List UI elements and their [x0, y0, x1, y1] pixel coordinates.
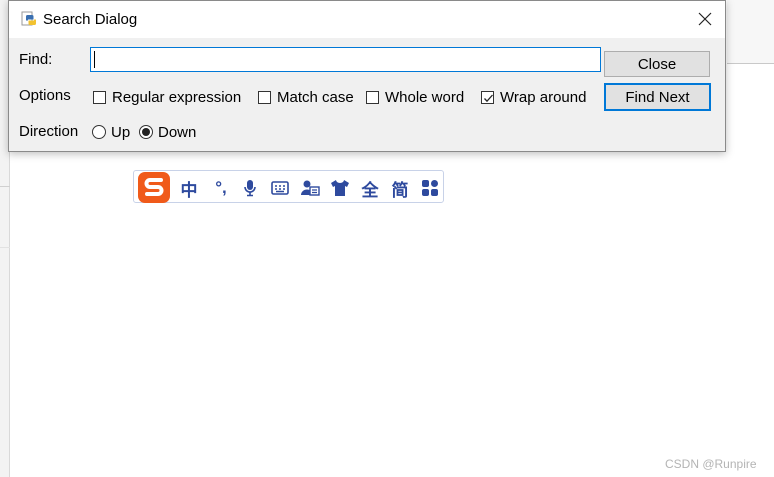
ime-simplified[interactable]: 简 [390, 178, 410, 200]
direction-label: Direction [19, 123, 79, 140]
text-caret [94, 51, 95, 68]
checkbox[interactable] [366, 90, 379, 104]
user-card-icon[interactable] [300, 178, 320, 198]
option-match-case[interactable]: Match case [258, 86, 354, 108]
sogou-logo-icon[interactable] [137, 171, 171, 204]
option-label: Whole word [385, 88, 465, 106]
direction-up[interactable]: Up [92, 122, 130, 142]
checkmark-icon [484, 94, 493, 102]
radio-button[interactable] [92, 125, 106, 139]
find-input[interactable] [90, 47, 601, 72]
ime-punctuation[interactable]: °, [210, 178, 232, 198]
python-icon [21, 11, 37, 27]
radio-label: Up [111, 123, 131, 141]
option-whole-word[interactable]: Whole word [366, 86, 464, 108]
checkbox[interactable] [93, 90, 106, 104]
find-next-button[interactable]: Find Next [604, 83, 711, 111]
background-divider [0, 247, 10, 248]
search-dialog: Search Dialog Find: Close Find Next Opti… [8, 0, 726, 152]
close-icon[interactable] [689, 4, 721, 34]
watermark: CSDN @Runpire [665, 457, 757, 471]
dialog-title: Search Dialog [43, 11, 138, 28]
radio-label: Down [158, 123, 197, 141]
option-label: Match case [277, 88, 354, 106]
find-label: Find: [19, 51, 53, 68]
option-wrap-around[interactable]: Wrap around [481, 86, 586, 108]
toolbox-grid-icon[interactable] [420, 178, 440, 198]
option-label: Regular expression [112, 88, 242, 106]
keyboard-icon[interactable] [270, 178, 290, 198]
checkbox-checked[interactable] [481, 90, 494, 104]
option-regular-expression[interactable]: Regular expression [93, 86, 241, 108]
ime-toolbar: 中 °, 全 简 [133, 170, 444, 203]
background-divider [0, 186, 10, 187]
options-label: Options [19, 87, 71, 104]
ime-full-width[interactable]: 全 [360, 178, 380, 200]
checkbox[interactable] [258, 90, 271, 104]
close-button[interactable]: Close [604, 51, 710, 77]
direction-down[interactable]: Down [139, 122, 196, 142]
radio-button-selected[interactable] [139, 125, 153, 139]
skin-shirt-icon[interactable] [330, 178, 350, 198]
background-toolbar [727, 0, 774, 64]
microphone-icon[interactable] [240, 178, 260, 198]
ime-chinese-mode[interactable]: 中 [179, 178, 199, 200]
title-bar: Search Dialog [9, 1, 725, 38]
option-label: Wrap around [500, 88, 587, 106]
